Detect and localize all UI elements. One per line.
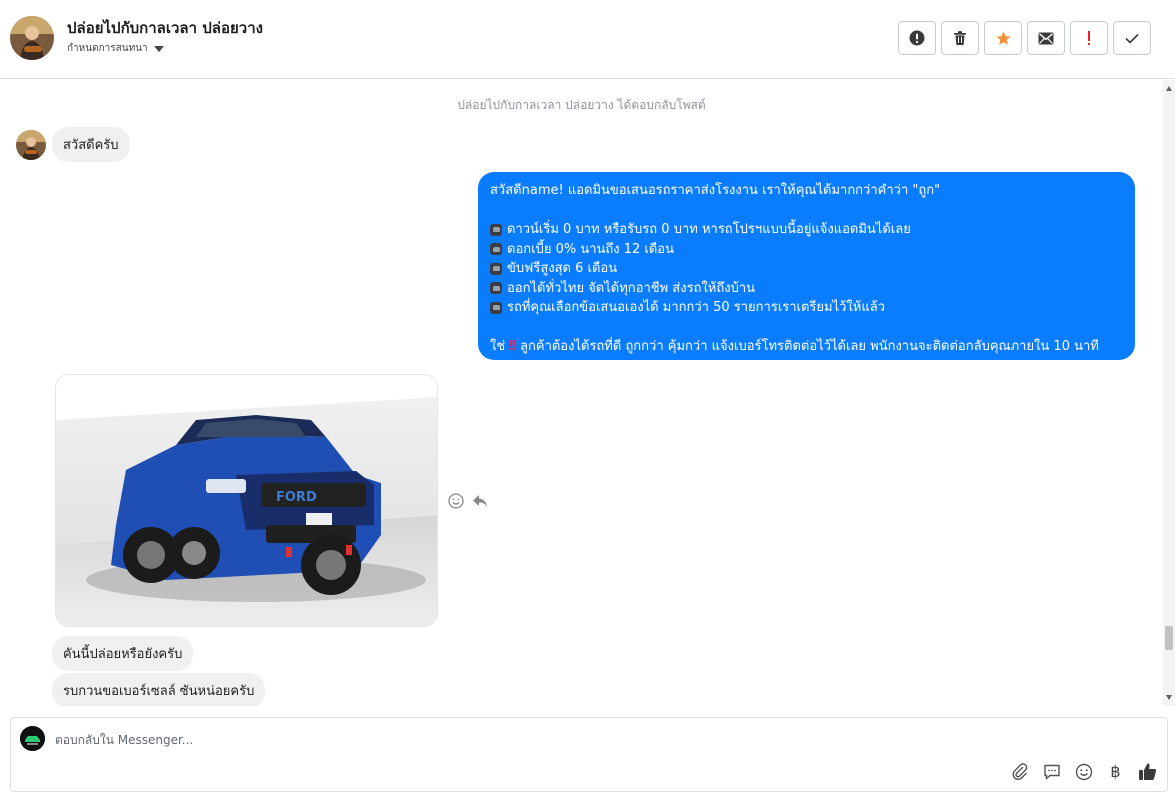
star-button[interactable]: [984, 21, 1022, 55]
car-photo[interactable]: FORD: [55, 374, 438, 627]
reply-bullet-text: ขับฟรีสูงสุด 6 เดือน: [507, 261, 618, 276]
exclamation-circle-icon: [909, 30, 925, 46]
mark-important-button[interactable]: [1070, 21, 1108, 55]
scroll-up-arrow-icon[interactable]: [1166, 86, 1172, 91]
conversation-header: ปล่อยไปกับกาลเวลา ปล่อยวาง กำหนดการสนทนา: [0, 0, 1175, 79]
reply-bullet-text: รถที่คุณเลือกข้อเสนอเองได้ มากกว่า 50 รา…: [507, 300, 885, 315]
envelope-icon: [1038, 32, 1054, 44]
car-emoji-icon: [490, 262, 502, 275]
page-avatar: [20, 726, 45, 751]
thread-scrollbar[interactable]: [1163, 80, 1175, 706]
payment-baht-icon[interactable]: ฿: [1106, 762, 1125, 781]
reply-line: สวัสดีname! แอดมินขอเสนอรถราคาส่งโรงงาน …: [490, 183, 941, 198]
reply-input[interactable]: [55, 730, 955, 750]
thumbs-up-icon[interactable]: [1138, 762, 1157, 781]
message-tools: [448, 493, 488, 513]
scroll-down-arrow-icon[interactable]: [1166, 695, 1172, 700]
reply-closing-text: ลูกค้าต้องได้รถที่ดี ถูกกว่า คุ้มกว่า แจ…: [520, 339, 1099, 354]
star-icon: [995, 30, 1011, 45]
reply-closing: ใช่ !! ลูกค้าต้องได้รถที่ดี ถูกกว่า คุ้ม…: [490, 337, 1123, 357]
car-emoji-icon: [490, 282, 502, 295]
reply-composer: ฿: [10, 717, 1168, 792]
saved-replies-icon[interactable]: [1042, 762, 1061, 781]
composer-tools: ฿: [1010, 762, 1157, 781]
reply-bullet: ขับฟรีสูงสุด 6 เดือน: [490, 259, 1123, 279]
reply-bullet-text: ดาวน์เริ่ม 0 บาท หรือรับรถ 0 บาท หารถโปร…: [507, 222, 911, 237]
contact-avatar[interactable]: [10, 16, 54, 60]
reply-notice: ปล่อยไปกับกาลเวลา ปล่อยวาง ได้ตอบกลับโพส…: [457, 98, 706, 112]
reply-icon[interactable]: [472, 493, 488, 513]
header-actions: [898, 21, 1151, 55]
reply-bullet-text: ออกได้ทั่วไทย จัดได้ทุกอาชีพ ส่งรถให้ถึง…: [507, 280, 756, 296]
scroll-thumb[interactable]: [1165, 626, 1173, 650]
reply-bullet: ดอกเบี้ย 0% นานถึง 12 เดือน: [490, 240, 1123, 260]
message-bubble-outgoing[interactable]: สวัสดีname! แอดมินขอเสนอรถราคาส่งโรงงาน …: [478, 172, 1135, 360]
mark-done-button[interactable]: [1113, 21, 1151, 55]
attachment-icon[interactable]: [1010, 762, 1029, 781]
mark-unread-button[interactable]: [1027, 21, 1065, 55]
alert-mark-icon: [1088, 31, 1090, 45]
delete-button[interactable]: [941, 21, 979, 55]
emoji-react-icon[interactable]: [448, 493, 464, 513]
sender-avatar[interactable]: [16, 130, 46, 160]
reply-closing-prefix: ใช่: [490, 339, 506, 354]
emoji-icon[interactable]: [1074, 762, 1093, 781]
reply-bullet: รถที่คุณเลือกข้อเสนอเองได้ มากกว่า 50 รา…: [490, 298, 1123, 318]
message-bubble-incoming[interactable]: คันนี้ปล่อยหรือยังครับ: [52, 636, 194, 671]
car-emoji-icon: [490, 223, 502, 236]
caret-down-icon: [153, 45, 164, 52]
checkmark-icon: [1125, 33, 1139, 44]
message-bubble-incoming[interactable]: รบกวนขอเบอร์เซลล์ ซันหน่อยครับ: [52, 673, 266, 706]
reply-bullet-text: ดอกเบี้ย 0% นานถึง 12 เดือน: [507, 241, 675, 257]
message-thread[interactable]: ปล่อยไปกับกาลเวลา ปล่อยวาง ได้ตอบกลับโพส…: [0, 80, 1163, 706]
grille-lettering: FORD: [276, 490, 317, 505]
double-exclamation-icon: !!: [508, 339, 517, 354]
car-emoji-icon: [490, 301, 502, 314]
conversation-menu[interactable]: กำหนดการสนทนา: [67, 41, 164, 56]
message-bubble-incoming[interactable]: สวัสดีครับ: [52, 127, 130, 162]
reply-bullet: ดาวน์เริ่ม 0 บาท หรือรับรถ 0 บาท หารถโปร…: [490, 220, 1123, 240]
conversation-menu-label: กำหนดการสนทนา: [67, 43, 148, 54]
report-spam-button[interactable]: [898, 21, 936, 55]
car-emoji-icon: [490, 243, 502, 256]
reply-bullet: ออกได้ทั่วไทย จัดได้ทุกอาชีพ ส่งรถให้ถึง…: [490, 279, 1123, 299]
trash-icon: [954, 31, 966, 45]
contact-name: ปล่อยไปกับกาลเวลา ปล่อยวาง: [67, 19, 263, 37]
